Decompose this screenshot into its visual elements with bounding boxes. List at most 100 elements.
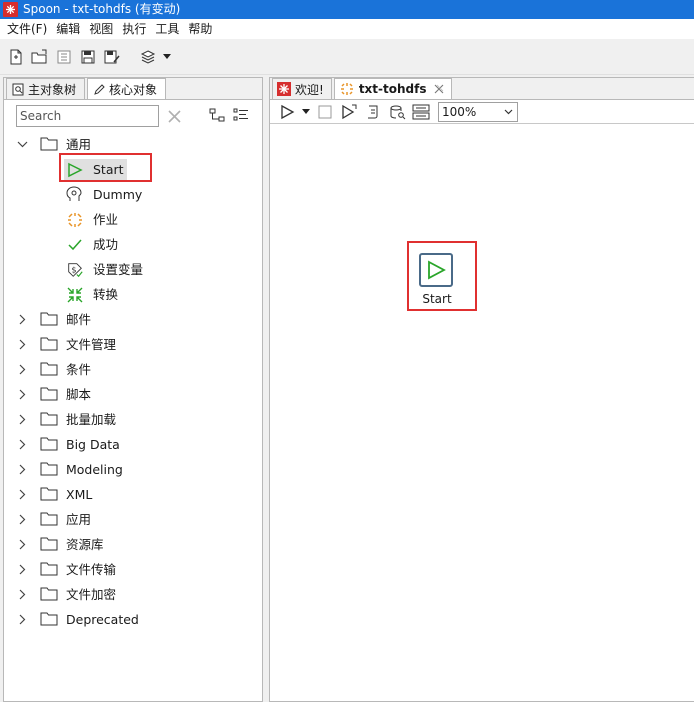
chevron-right-icon[interactable]: [17, 439, 28, 450]
run-button[interactable]: [276, 101, 298, 123]
tab-label: 核心对象: [109, 82, 158, 97]
tree-folder[interactable]: XML: [4, 482, 262, 507]
menu-file[interactable]: 文件(F): [4, 19, 53, 39]
tree-folder-label: 资源库: [66, 537, 104, 552]
folder-icon: [40, 312, 58, 329]
tree-folder[interactable]: 资源库: [4, 532, 262, 557]
chevron-right-icon[interactable]: [17, 314, 28, 325]
save-as-button[interactable]: [100, 45, 124, 69]
chevron-right-icon[interactable]: [17, 389, 28, 400]
play-icon: [281, 104, 295, 119]
chevron-right-icon[interactable]: [17, 489, 28, 500]
job-canvas[interactable]: Start: [270, 124, 694, 701]
menu-tools[interactable]: 工具: [152, 19, 185, 39]
perspective-dropdown[interactable]: [160, 45, 174, 69]
tree-folder[interactable]: Modeling: [4, 457, 262, 482]
tree-item-dummy[interactable]: Dummy: [4, 182, 262, 207]
open-file-button[interactable]: [28, 45, 52, 69]
search-input[interactable]: [16, 105, 159, 127]
chevron-right-icon[interactable]: [17, 539, 28, 550]
tab-main-object-tree[interactable]: 主对象树: [6, 78, 86, 99]
folder-icon: [40, 337, 58, 354]
tree-folder[interactable]: 文件加密: [4, 582, 262, 607]
tab-welcome[interactable]: 欢迎!: [272, 78, 332, 99]
tree-item-set-variables[interactable]: $ 设置变量: [4, 257, 262, 282]
folder-icon: [40, 562, 58, 579]
chevron-right-icon[interactable]: [17, 464, 28, 475]
tree-folder[interactable]: 批量加载: [4, 407, 262, 432]
menu-view[interactable]: 视图: [86, 19, 119, 39]
tree-item-label: 成功: [93, 237, 119, 252]
menu-help[interactable]: 帮助: [185, 19, 218, 39]
highlight-start-item: [59, 153, 152, 182]
tree-folder[interactable]: 脚本: [4, 382, 262, 407]
menu-bar: 文件(F) 编辑 视图 执行 工具 帮助: [0, 19, 694, 39]
open-folder-icon: [31, 49, 47, 63]
stop-button[interactable]: [314, 101, 336, 123]
tree-item-label: 设置变量: [93, 262, 144, 277]
chevron-right-icon[interactable]: [17, 339, 28, 350]
close-tab-button[interactable]: [434, 84, 444, 94]
grid-button[interactable]: [410, 101, 432, 123]
clear-search-button[interactable]: [165, 107, 183, 125]
tree-search-icon: [12, 83, 25, 96]
tree-item-label: 转换: [93, 287, 119, 302]
menu-edit[interactable]: 编辑: [53, 19, 86, 39]
tree-tools: [209, 108, 249, 125]
tab-core-objects[interactable]: 核心对象: [87, 78, 167, 99]
tree-folder[interactable]: Deprecated: [4, 607, 262, 632]
chevron-right-icon[interactable]: [17, 614, 28, 625]
expand-all-button[interactable]: [209, 108, 225, 125]
title-bar: Spoon - txt-tohdfs (有变动): [0, 0, 694, 19]
folder-icon: [40, 587, 58, 604]
run-options-dropdown[interactable]: [300, 101, 312, 123]
tree-item-success[interactable]: 成功: [4, 232, 262, 257]
folder-icon: [40, 387, 58, 404]
tab-label: 欢迎!: [295, 82, 324, 97]
tree-folder[interactable]: Big Data: [4, 432, 262, 457]
left-panel: 主对象树 核心对象 Search 通用 Start Dummy 作业 成功 $ …: [3, 77, 263, 702]
canvas-toolbar: 100%: [270, 100, 694, 124]
tree-item-transformation[interactable]: 转换: [4, 282, 262, 307]
perspective-button[interactable]: [136, 45, 160, 69]
canvas-step-start[interactable]: Start: [407, 241, 477, 311]
replay-button[interactable]: [338, 101, 360, 123]
stop-icon: [318, 105, 332, 118]
folder-icon: [40, 412, 58, 429]
left-tab-bar: 主对象树 核心对象: [4, 78, 262, 100]
chevron-right-icon[interactable]: [17, 364, 28, 375]
zoom-select[interactable]: 100%: [438, 101, 518, 122]
folder-icon: [40, 462, 58, 479]
replay-icon: [342, 104, 357, 119]
database-search-icon: [390, 105, 405, 119]
explore-repository-button[interactable]: [52, 45, 76, 69]
chevron-right-icon[interactable]: [17, 589, 28, 600]
hierarchy-icon: [209, 108, 225, 121]
tree-folder[interactable]: 应用: [4, 507, 262, 532]
new-file-button[interactable]: [4, 45, 28, 69]
tree-folder[interactable]: 文件传输: [4, 557, 262, 582]
tab-txt-tohdfs[interactable]: txt-tohdfs: [333, 78, 453, 99]
sql-button[interactable]: [386, 101, 408, 123]
chevron-right-icon[interactable]: [17, 514, 28, 525]
tree-item-start[interactable]: Start: [4, 153, 262, 182]
menu-run[interactable]: 执行: [119, 19, 152, 39]
tree-item-job[interactable]: 作业: [4, 207, 262, 232]
chevron-down-icon[interactable]: [17, 139, 28, 150]
chevron-right-icon[interactable]: [17, 564, 28, 575]
save-as-icon: [104, 50, 120, 63]
list-icon: [233, 108, 248, 120]
tree-folder[interactable]: 邮件: [4, 307, 262, 332]
tree-item-label: 作业: [93, 212, 119, 227]
tree-folder[interactable]: 文件管理: [4, 332, 262, 357]
tree-folder[interactable]: 条件: [4, 357, 262, 382]
collapse-all-button[interactable]: [233, 108, 249, 125]
save-button[interactable]: [76, 45, 100, 69]
check-job-button[interactable]: [362, 101, 384, 123]
tree-folder-label: 文件传输: [66, 562, 117, 577]
start-step-icon[interactable]: [419, 253, 453, 287]
tree-folder-label: 文件管理: [66, 337, 117, 352]
chevron-right-icon[interactable]: [17, 414, 28, 425]
caret-down-icon: [163, 53, 171, 59]
tree-folder-label: XML: [66, 487, 93, 502]
